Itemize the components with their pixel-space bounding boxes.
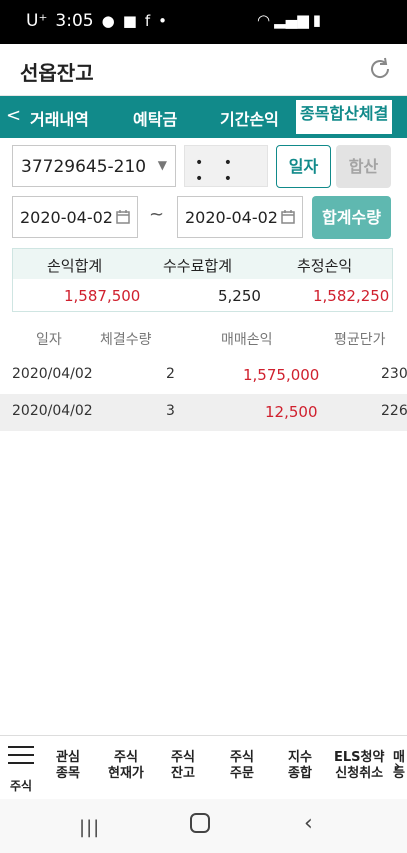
nav-label-line1: 주식 xyxy=(230,750,254,765)
nav-label-line1: 주식 xyxy=(113,750,138,765)
message-icon: ■ xyxy=(122,12,137,30)
by-date-button[interactable]: 일자 xyxy=(276,145,331,188)
nav-label-line1: 주식 xyxy=(171,750,195,765)
calendar-icon[interactable] xyxy=(281,209,295,224)
wifi-icon: ◠ xyxy=(257,11,271,29)
nav-watchlist[interactable]: 관심 종목 xyxy=(56,750,80,782)
row-pl: 1,575,000 xyxy=(243,366,320,384)
date-to-field[interactable]: 2020-04-02 xyxy=(177,196,303,238)
nav-index-summary[interactable]: 지수 종합 xyxy=(288,750,312,782)
app-bar: 선옵잔고 xyxy=(0,44,407,96)
row-date: 2020/04/02 xyxy=(12,403,93,419)
total-qty-button[interactable]: 합계수량 xyxy=(312,196,391,239)
bottom-nav: 주식 관심 종목 주식 현재가 주식 잔고 주식 주문 지수 종합 ELS청약 … xyxy=(0,735,407,799)
password-field[interactable]: • • • • xyxy=(184,145,268,187)
summary-header-pl: 손익합계 xyxy=(47,257,103,275)
system-nav-bar: ||| ‹ xyxy=(0,799,407,853)
nav-label-line2: 종합 xyxy=(288,766,312,781)
row-avg: 230 xyxy=(381,366,407,382)
nav-label-line2: 현재가 xyxy=(108,766,144,781)
row-qty: 2 xyxy=(166,366,175,382)
page-title: 선옵잔고 xyxy=(20,61,94,85)
tab-deposit[interactable]: 예탁금 xyxy=(133,106,177,130)
account-number: 37729645-210 xyxy=(21,157,147,177)
password-mask: • • • • xyxy=(195,155,240,187)
row-date: 2020/04/02 xyxy=(12,366,93,382)
summary-value-est: 1,582,250 xyxy=(313,287,390,305)
table-row[interactable]: 2020/04/02 2 1,575,000 230 xyxy=(0,357,407,394)
nav-stock-balance[interactable]: 주식 잔고 xyxy=(171,750,195,782)
column-header-date: 일자 xyxy=(36,332,62,348)
carrier-label: U⁺ xyxy=(26,11,48,31)
menu-label[interactable]: 주식 xyxy=(10,777,32,794)
row-pl: 12,500 xyxy=(265,403,318,421)
status-bar: U⁺ 3:05 ● ■ f • ◠ ▂▄▆ ▮ xyxy=(0,0,407,44)
tab-combined-fill[interactable]: 종목합산체결 xyxy=(296,100,393,134)
menu-icon[interactable] xyxy=(8,746,34,770)
tab-transactions[interactable]: 거래내역 xyxy=(30,106,89,130)
nav-els-subscription[interactable]: ELS청약 신청취소 xyxy=(334,750,384,782)
nav-label-line1: 지수 xyxy=(288,750,312,765)
summary-value-pl: 1,587,500 xyxy=(64,287,141,305)
summary-value-fee: 5,250 xyxy=(218,287,261,305)
summary-panel: 손익합계 수수료합계 추정손익 1,587,500 5,250 1,582,25… xyxy=(12,248,393,312)
tab-bar: < 거래내역 예탁금 기간손익 종목합산체결 xyxy=(0,96,407,138)
row-qty: 3 xyxy=(166,403,175,419)
nav-label-line2: 종목 xyxy=(56,766,80,781)
column-header-qty: 체결수량 xyxy=(100,332,152,348)
back-icon[interactable]: ‹ xyxy=(304,811,313,836)
column-header-avg: 평균단가 xyxy=(334,332,386,348)
tab-period-pl[interactable]: 기간손익 xyxy=(220,106,279,130)
date-to-value: 2020-04-02 xyxy=(185,208,278,227)
account-select[interactable]: 37729645-210 ▼ xyxy=(12,145,176,187)
chevron-down-icon: ▼ xyxy=(157,158,167,172)
date-from-value: 2020-04-02 xyxy=(20,208,113,227)
chevron-right-icon[interactable]: › xyxy=(394,756,401,777)
nav-label-line2: 주문 xyxy=(230,766,254,781)
nav-label-line1: 관심 xyxy=(56,750,80,765)
row-avg: 226 xyxy=(381,403,407,419)
chat-bubble-icon: ● xyxy=(101,12,115,30)
date-from-field[interactable]: 2020-04-02 xyxy=(12,196,138,238)
nav-stock-order[interactable]: 주식 주문 xyxy=(230,750,254,782)
nav-stock-price[interactable]: 주식 현재가 xyxy=(108,750,144,782)
battery-icon: ▮ xyxy=(312,11,321,29)
table-header: 일자 체결수량 매매손익 평균단가 xyxy=(0,322,407,354)
nav-label-line1: ELS청약 xyxy=(334,750,385,765)
clock: 3:05 xyxy=(55,11,94,31)
date-separator: ~ xyxy=(149,204,165,225)
column-header-pl: 매매손익 xyxy=(221,332,273,348)
facebook-icon: f xyxy=(144,12,151,30)
summary-header-est: 추정손익 xyxy=(297,257,353,275)
recent-apps-icon[interactable]: ||| xyxy=(79,817,100,838)
refresh-icon[interactable] xyxy=(367,56,393,82)
more-notifications-dot: • xyxy=(158,12,168,30)
combined-button[interactable]: 합산 xyxy=(336,145,391,188)
home-icon[interactable] xyxy=(190,813,210,833)
signal-icon: ▂▄▆ xyxy=(274,11,309,29)
calendar-icon[interactable] xyxy=(116,209,130,224)
nav-label-line2: 잔고 xyxy=(171,766,195,781)
nav-label-line2: 신청취소 xyxy=(335,766,384,781)
table-row[interactable]: 2020/04/02 3 12,500 226 xyxy=(0,394,407,431)
summary-header-fee: 수수료합계 xyxy=(163,257,233,275)
tab-back-icon[interactable]: < xyxy=(6,105,21,126)
